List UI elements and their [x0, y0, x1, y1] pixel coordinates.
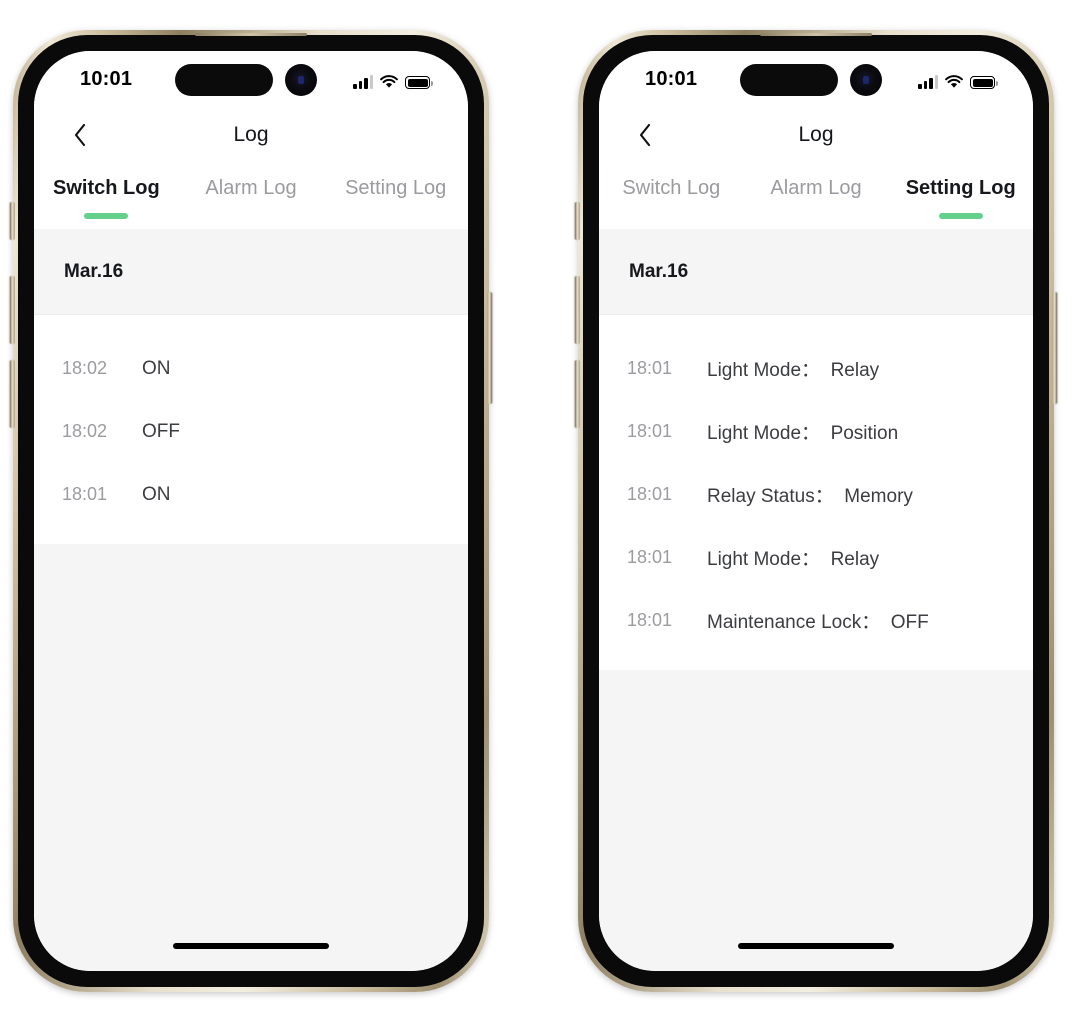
phone-screen: 10:01 Log Switch Log Alarm Log Setting L… [34, 51, 468, 971]
volume-down-button[interactable] [575, 360, 580, 428]
device-bezel: 10:01 Log Switch Log Alarm Log Setting L… [18, 35, 484, 987]
log-entry-row: 18:01 ON [34, 463, 468, 526]
cellular-signal-icon [353, 75, 373, 89]
page-title: Log [233, 123, 269, 146]
front-camera-icon [850, 64, 882, 96]
status-bar-clock: 10:01 [80, 68, 133, 90]
log-entry-time: 18:01 [627, 484, 673, 504]
battery-full-icon [970, 76, 998, 89]
log-entry-row: 18:01 Light Mode： Position [599, 400, 1033, 463]
power-button[interactable] [487, 292, 492, 404]
tab-active-indicator [649, 213, 693, 219]
log-list[interactable]: Mar.16 18:02 ON 18:02 OFF 18:01 ON [34, 229, 468, 971]
log-entry-group: 18:01 Light Mode： Relay 18:01 Light Mode… [599, 315, 1033, 670]
tab-label: Switch Log [622, 177, 721, 199]
front-camera-icon [285, 64, 317, 96]
tab-active-indicator [374, 213, 418, 219]
dynamic-island-pill [175, 64, 273, 96]
log-entry-time: 18:01 [627, 358, 673, 378]
home-indicator[interactable] [173, 943, 329, 949]
status-bar-icons [918, 69, 998, 89]
tab-setting-log[interactable]: Setting Log [888, 173, 1033, 229]
log-entry-text: Relay Status： Memory [707, 486, 913, 507]
status-bar-clock: 10:01 [645, 68, 698, 90]
tab-label: Alarm Log [205, 177, 297, 199]
wifi-icon [945, 75, 963, 89]
tab-setting-log[interactable]: Setting Log [323, 173, 468, 229]
log-entry-time: 18:02 [62, 358, 108, 378]
volume-up-button[interactable] [575, 276, 580, 344]
earpiece-speaker-slot [195, 33, 307, 36]
log-entry-text: ON [142, 357, 171, 379]
log-entry-row: 18:01 Light Mode： Relay [599, 526, 1033, 589]
tab-label: Alarm Log [770, 177, 862, 199]
battery-full-icon [405, 76, 433, 89]
log-entry-row: 18:01 Maintenance Lock： OFF [599, 589, 1033, 652]
back-button[interactable] [627, 117, 663, 153]
wifi-icon [380, 75, 398, 89]
tab-active-indicator [794, 213, 838, 219]
log-entry-time: 18:01 [627, 547, 673, 567]
log-entry-text: Light Mode： Position [707, 423, 899, 444]
dynamic-island-pill [740, 64, 838, 96]
log-entry-time: 18:01 [627, 610, 673, 630]
log-entry-text: ON [142, 483, 171, 505]
chevron-left-icon [74, 123, 86, 147]
tab-label: Switch Log [53, 177, 160, 199]
log-date-header: Mar.16 [599, 229, 1033, 315]
status-bar: 10:01 [599, 51, 1033, 109]
tab-alarm-log[interactable]: Alarm Log [179, 173, 324, 229]
phone-device-setting-log: 10:01 Log Switch Log Alarm Log Setting L… [575, 30, 1057, 992]
tab-switch-log[interactable]: Switch Log [599, 173, 744, 229]
screenshot-canvas: 10:01 Log Switch Log Alarm Log Setting L… [0, 0, 1092, 1024]
log-entry-row: 18:01 Relay Status： Memory [599, 463, 1033, 526]
log-entry-text: Light Mode： Relay [707, 549, 880, 570]
tab-active-indicator [938, 213, 983, 219]
tab-active-indicator [229, 213, 273, 219]
log-tab-bar: Switch Log Alarm Log Setting Log [34, 161, 468, 229]
navigation-bar: Log [599, 109, 1033, 161]
tab-label: Setting Log [345, 177, 447, 199]
log-list[interactable]: Mar.16 18:01 Light Mode： Relay 18:01 Lig… [599, 229, 1033, 971]
log-entry-row: 18:02 ON [34, 337, 468, 400]
tab-active-indicator [84, 213, 129, 219]
volume-up-button[interactable] [10, 276, 15, 344]
earpiece-speaker-slot [760, 33, 872, 36]
power-button[interactable] [1052, 292, 1057, 404]
volume-down-button[interactable] [10, 360, 15, 428]
cellular-signal-icon [918, 75, 938, 89]
log-entry-text: Light Mode： Relay [707, 360, 880, 381]
page-title: Log [798, 123, 834, 146]
log-entry-text: Maintenance Lock： OFF [707, 612, 929, 633]
status-bar-icons [353, 69, 433, 89]
navigation-bar: Log [34, 109, 468, 161]
phone-screen: 10:01 Log Switch Log Alarm Log Setting L… [599, 51, 1033, 971]
chevron-left-icon [639, 123, 651, 147]
log-entry-row: 18:01 Light Mode： Relay [599, 337, 1033, 400]
status-bar: 10:01 [34, 51, 468, 109]
home-indicator[interactable] [738, 943, 894, 949]
log-tab-bar: Switch Log Alarm Log Setting Log [599, 161, 1033, 229]
tab-label: Setting Log [905, 177, 1016, 199]
log-entry-time: 18:01 [62, 484, 108, 504]
action-button[interactable] [10, 202, 15, 240]
log-entry-group: 18:02 ON 18:02 OFF 18:01 ON [34, 315, 468, 544]
log-entry-row: 18:02 OFF [34, 400, 468, 463]
log-entry-time: 18:01 [627, 421, 673, 441]
log-entry-time: 18:02 [62, 421, 108, 441]
log-date-header: Mar.16 [34, 229, 468, 315]
device-bezel: 10:01 Log Switch Log Alarm Log Setting L… [583, 35, 1049, 987]
phone-device-switch-log: 10:01 Log Switch Log Alarm Log Setting L… [10, 30, 492, 992]
tab-switch-log[interactable]: Switch Log [34, 173, 179, 229]
action-button[interactable] [575, 202, 580, 240]
back-button[interactable] [62, 117, 98, 153]
log-entry-text: OFF [142, 420, 180, 442]
tab-alarm-log[interactable]: Alarm Log [744, 173, 889, 229]
